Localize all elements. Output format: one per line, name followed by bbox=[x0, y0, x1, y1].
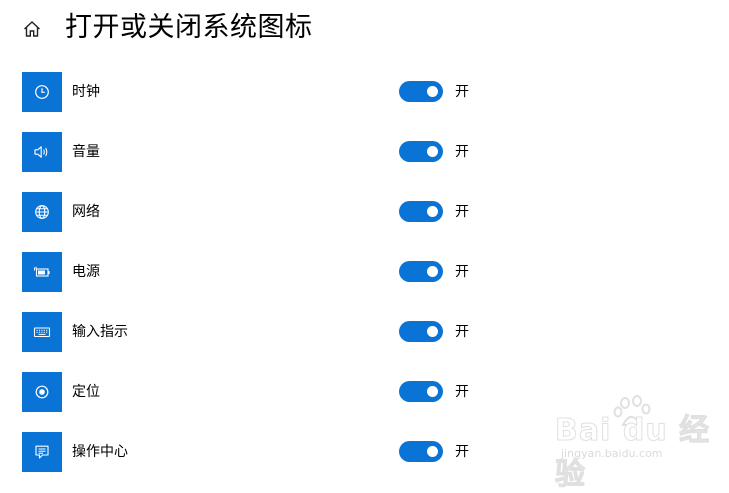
toggle-knob bbox=[427, 146, 438, 157]
location-toggle[interactable] bbox=[399, 381, 443, 402]
list-item-power: 电源 开 bbox=[0, 252, 729, 292]
tile-network bbox=[22, 192, 62, 232]
list-item-input-indicator: 输入指示 开 bbox=[0, 312, 729, 352]
home-icon bbox=[24, 21, 40, 37]
toggle-state-text: 开 bbox=[455, 324, 469, 340]
toggle-state-text: 开 bbox=[455, 144, 469, 160]
action-center-toggle[interactable] bbox=[399, 441, 443, 462]
input-indicator-toggle[interactable] bbox=[399, 321, 443, 342]
home-button[interactable] bbox=[20, 17, 44, 41]
page-header: 打开或关闭系统图标 bbox=[0, 0, 729, 60]
location-icon bbox=[35, 385, 49, 399]
item-label: 定位 bbox=[72, 384, 100, 400]
item-label: 电源 bbox=[72, 264, 100, 280]
item-label: 操作中心 bbox=[72, 444, 128, 460]
toggle-state-text: 开 bbox=[455, 204, 469, 220]
list-item-action-center: 操作中心 开 bbox=[0, 432, 729, 472]
clock-icon bbox=[35, 85, 49, 99]
list-item-location: 定位 开 bbox=[0, 372, 729, 412]
toggle-knob bbox=[427, 266, 438, 277]
action-center-icon bbox=[35, 445, 49, 459]
network-toggle[interactable] bbox=[399, 201, 443, 222]
toggle-knob bbox=[427, 86, 438, 97]
list-item-network: 网络 开 bbox=[0, 192, 729, 232]
item-label: 时钟 bbox=[72, 84, 100, 100]
toggle-state-text: 开 bbox=[455, 444, 469, 460]
item-label: 音量 bbox=[72, 144, 100, 160]
toggle-knob bbox=[427, 386, 438, 397]
clock-toggle[interactable] bbox=[399, 81, 443, 102]
toggle-state-text: 开 bbox=[455, 384, 469, 400]
item-label: 输入指示 bbox=[72, 324, 128, 340]
item-label: 网络 bbox=[72, 204, 100, 220]
volume-icon bbox=[34, 146, 48, 158]
volume-toggle[interactable] bbox=[399, 141, 443, 162]
tile-clock bbox=[22, 72, 62, 112]
toggle-knob bbox=[427, 326, 438, 337]
toggle-knob bbox=[427, 446, 438, 457]
toggle-knob bbox=[427, 206, 438, 217]
tile-power bbox=[22, 252, 62, 292]
tile-location bbox=[22, 372, 62, 412]
toggle-state-text: 开 bbox=[455, 264, 469, 280]
list-item-volume: 音量 开 bbox=[0, 132, 729, 172]
tile-input-indicator bbox=[22, 312, 62, 352]
power-toggle[interactable] bbox=[399, 261, 443, 282]
network-globe-icon bbox=[35, 205, 49, 219]
tile-volume bbox=[22, 132, 62, 172]
list-item-clock: 时钟 开 bbox=[0, 72, 729, 112]
tile-action-center bbox=[22, 432, 62, 472]
toggle-state-text: 开 bbox=[455, 84, 469, 100]
power-battery-icon bbox=[34, 266, 50, 277]
keyboard-icon bbox=[33, 327, 51, 338]
page-title: 打开或关闭系统图标 bbox=[65, 12, 313, 43]
